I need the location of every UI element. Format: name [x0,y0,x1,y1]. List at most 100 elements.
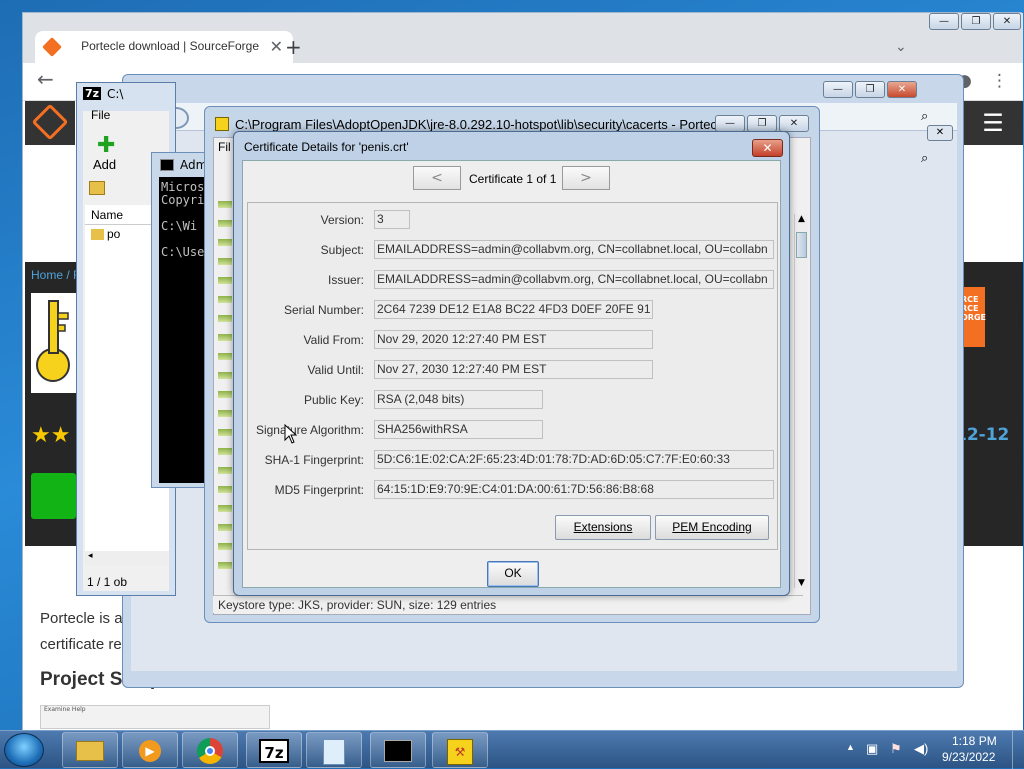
add-label: Add [93,157,117,172]
close-icon[interactable]: ✕ [887,81,917,98]
new-tab-icon[interactable]: + [285,35,302,59]
volume-icon[interactable]: ◀) [914,741,928,757]
chrome-icon [197,738,223,764]
close-icon[interactable]: ✕ [779,115,809,132]
valid-from-field[interactable]: Nov 29, 2020 12:27:40 PM EST [374,330,653,349]
folder-icon [91,229,104,240]
close-icon[interactable]: ✕ [927,125,953,141]
valid-from-label: Valid From: [303,333,364,347]
portecle-key-icon [31,293,76,393]
sourceforge-logo-icon[interactable] [31,103,69,141]
back-arrow-icon[interactable]: ← [37,67,54,91]
thumbnail-menu: Examine Help [44,706,86,713]
window-controls: — ❐ ✕ [821,81,951,99]
menu-file[interactable]: Fil [218,140,231,154]
breadcrumb[interactable]: Home / F [31,268,80,282]
md5-fingerprint-label: MD5 Fingerprint: [274,483,364,497]
search-icon[interactable]: ⌕ [921,151,928,166]
taskbar-cmd[interactable] [370,732,426,768]
ok-button[interactable]: OK [487,561,539,587]
version-field[interactable]: 3 [374,210,410,229]
portecle-status-bar: Keystore type: JKS, provider: SUN, size:… [213,595,803,613]
taskbar-explorer[interactable] [62,732,118,768]
taskbar-media-player[interactable]: ▶ [122,732,178,768]
cmd-icon [160,159,174,171]
search-icon[interactable]: ⌕ [921,109,928,124]
sf-header [25,101,75,145]
taskbar-7zip[interactable]: 7z [246,732,302,768]
pem-encoding-button[interactable]: PEM Encoding [655,515,769,540]
certificate-fields-panel: Version: 3 Subject: EMAILADDRESS=admin@c… [247,202,778,550]
7zip-icon: 7z [259,739,289,763]
taskbar-portecle[interactable]: ⚒ [432,732,488,768]
signature-algorithm-field[interactable]: SHA256withRSA [374,420,543,439]
cmd-icon [384,740,412,762]
public-key-field[interactable]: RSA (2,048 bits) [374,390,543,409]
maximize-icon[interactable]: ❐ [961,13,991,30]
tab-close-icon[interactable]: ✕ [270,37,283,57]
menu-dots-icon[interactable]: ⋮ [991,71,1008,91]
keystore-entry-icons [218,198,232,570]
minimize-icon[interactable]: — [929,13,959,30]
minimize-icon[interactable]: — [715,115,745,132]
subject-field[interactable]: EMAILADDRESS=admin@collabvm.org, CN=coll… [374,240,774,259]
clock-date[interactable]: 9/23/2022 [942,750,995,764]
dialog-title: Certificate Details for 'penis.crt' [244,140,409,154]
show-desktop-button[interactable] [1012,731,1024,769]
maximize-icon[interactable]: ❐ [855,81,885,98]
issuer-field[interactable]: EMAILADDRESS=admin@collabvm.org, CN=coll… [374,270,774,289]
folder-up-icon[interactable] [89,181,105,195]
sourceforge-favicon-icon [42,37,62,57]
pem-encoding-button-label: PEM Encoding [672,520,752,534]
issuer-label: Issuer: [327,273,364,287]
vertical-scrollbar[interactable]: ▲ ▼ [794,214,808,588]
subject-label: Subject: [320,243,364,257]
signature-algorithm-label: Signature Algorithm: [255,423,364,437]
next-certificate-button[interactable]: > [562,166,610,190]
scroll-thumb[interactable] [796,232,807,258]
close-icon[interactable]: ✕ [752,139,783,157]
horizontal-scrollbar[interactable]: ◂ [85,551,169,565]
scroll-down-icon[interactable]: ▼ [795,578,808,588]
7zip-app-icon: 7z [83,87,102,100]
md5-fingerprint-field[interactable]: 64:15:1D:E9:70:9E:C4:01:DA:00:61:7D:56:8… [374,480,774,499]
chrome-tab-title: Portecle download | SourceForge [81,39,259,53]
menu-file[interactable]: File [91,108,110,122]
download-button[interactable] [31,473,76,519]
certificate-counter: Certificate 1 of 1 [469,172,557,186]
close-icon[interactable]: ✕ [993,13,1021,30]
taskbar-notepad[interactable] [306,732,362,768]
chrome-window-controls: — ❐ ✕ [927,13,1023,33]
notepad-icon [323,739,345,765]
rating-stars: ★★ [31,423,71,448]
folder-icon [76,741,104,761]
extensions-button-label: Extensions [573,520,633,534]
network-icon[interactable]: ▣ [866,741,878,757]
show-hidden-icons-icon[interactable]: ▲ [846,742,855,752]
start-button[interactable] [4,733,44,767]
sample-thumbnail[interactable]: Examine Help [40,705,270,729]
system-tray: ▲ ▣ ⚑ ◀) 1:18 PM 9/23/2022 [842,731,1024,769]
portecle-title: C:\Program Files\AdoptOpenJDK\jre-8.0.29… [235,117,728,132]
action-center-icon[interactable]: ⚑ [890,741,902,757]
sha1-fingerprint-field[interactable]: 5D:C6:1E:02:CA:2F:65:23:4D:01:78:7D:AD:6… [374,450,774,469]
column-name-header[interactable]: Name [91,208,123,222]
minimize-icon[interactable]: — [823,81,853,98]
previous-certificate-button[interactable]: < [413,166,461,190]
clock-time[interactable]: 1:18 PM [952,734,997,748]
7zip-title: C:\ [107,87,124,101]
taskbar-chrome[interactable] [182,732,238,768]
list-item[interactable]: po [107,227,120,241]
hamburger-menu-icon[interactable]: ☰ [963,101,1023,145]
portecle-app-icon [215,117,229,131]
valid-until-field[interactable]: Nov 27, 2030 12:27:40 PM EST [374,360,653,379]
taskbar: ▶ 7z ⚒ ▲ ▣ ⚑ ◀) 1:18 PM 9/23/2022 [0,730,1024,769]
serial-number-field[interactable]: 2C64 7239 DE12 E1A8 BC22 4FD3 D0EF 20FE … [374,300,653,319]
extensions-button[interactable]: Extensions [555,515,651,540]
maximize-icon[interactable]: ❐ [747,115,777,132]
chrome-tab[interactable]: Portecle download | SourceForge ✕ [35,31,293,63]
scroll-up-icon[interactable]: ▲ [795,214,808,224]
add-icon[interactable]: ✚ [97,133,115,158]
public-key-label: Public Key: [303,393,364,407]
tab-search-icon[interactable]: ⌄ [895,39,907,55]
